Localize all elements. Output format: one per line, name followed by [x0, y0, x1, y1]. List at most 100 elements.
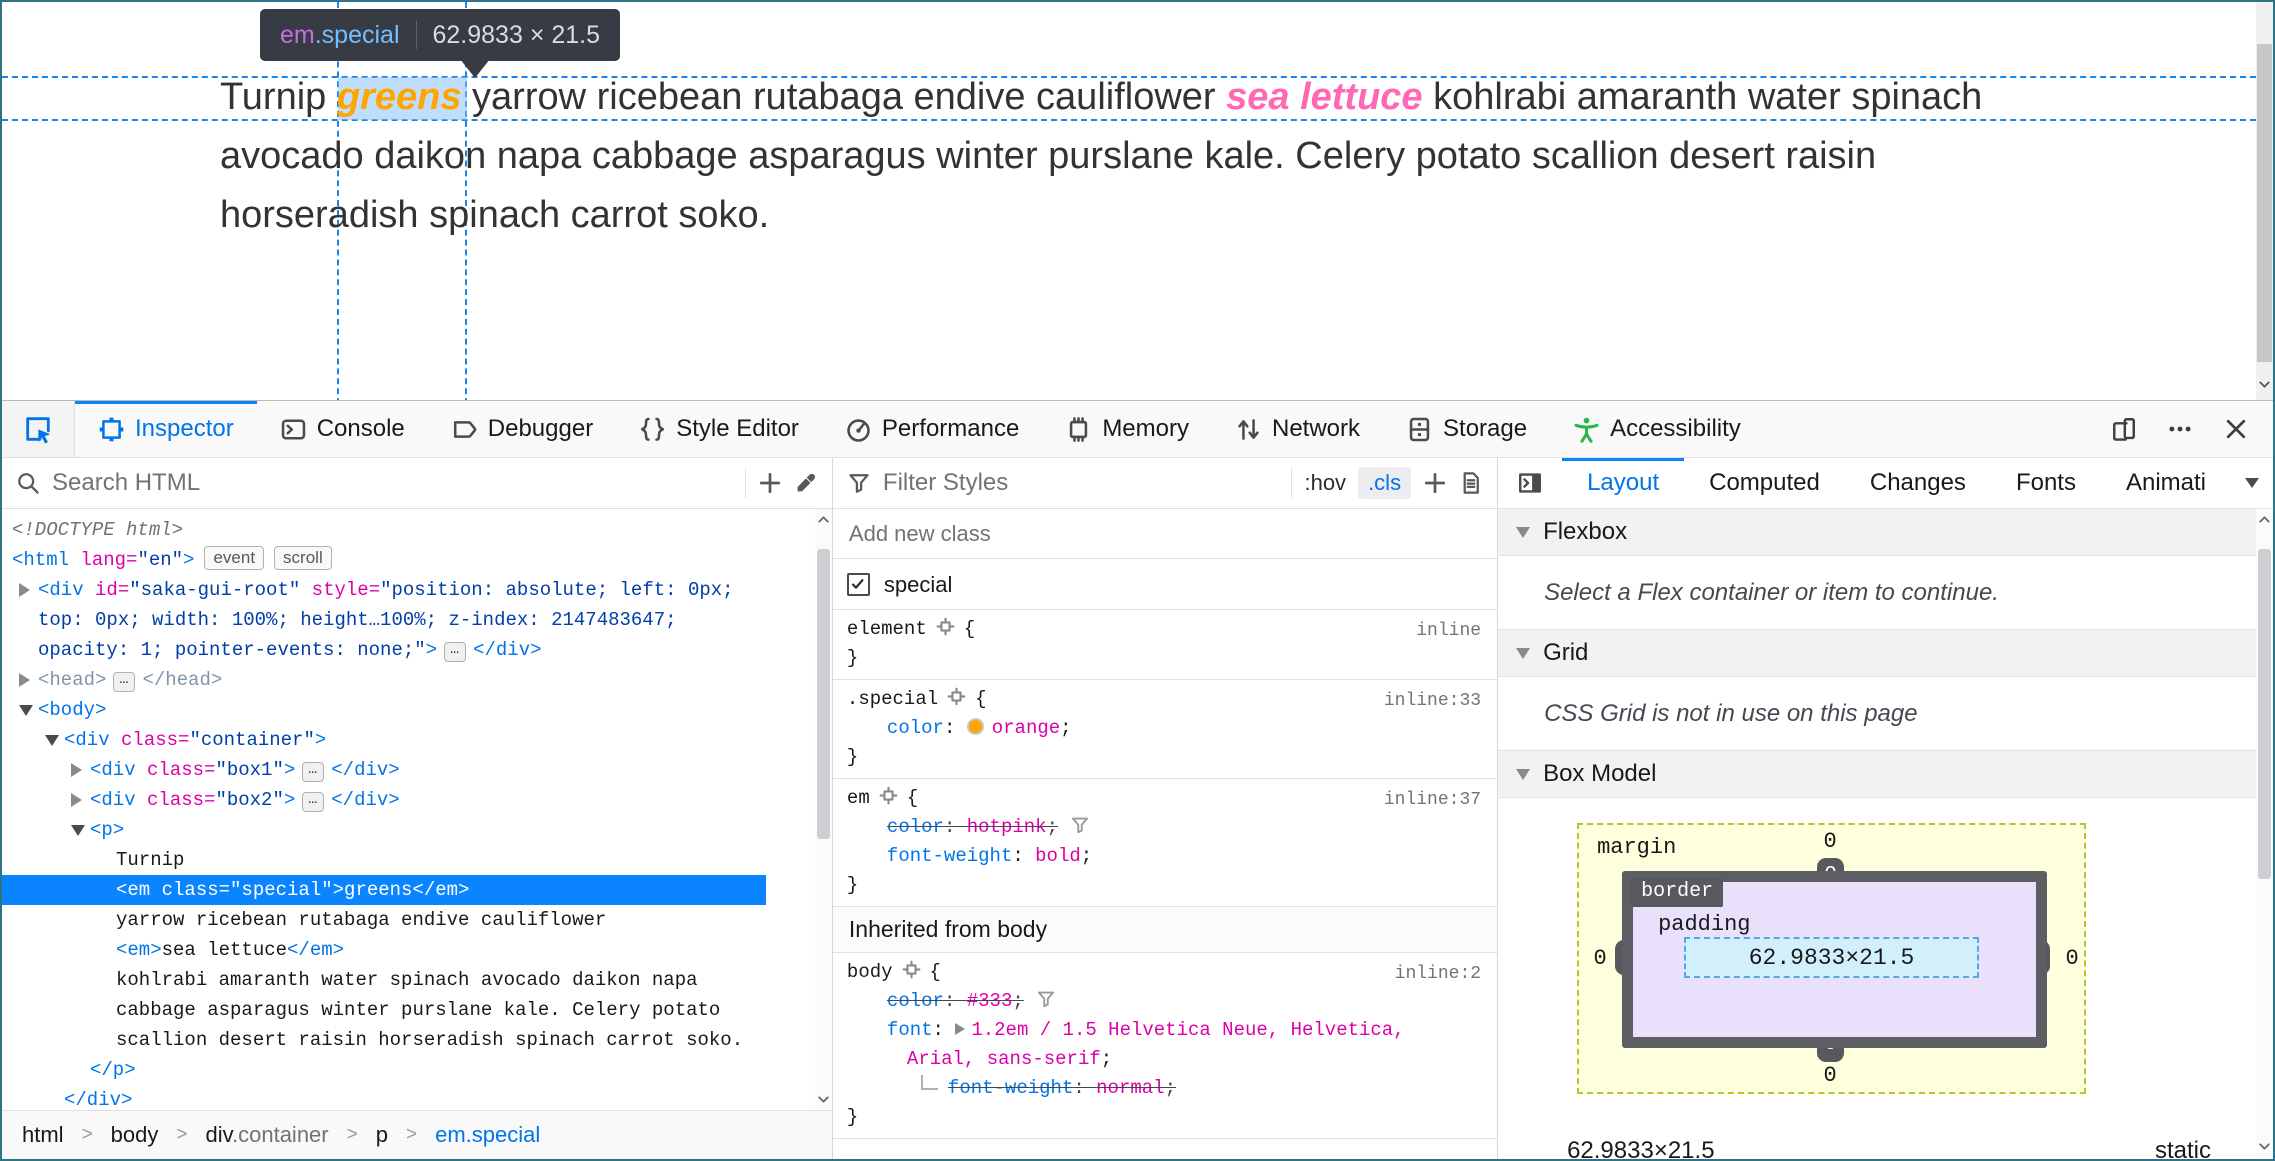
highlight-selector-icon[interactable]: [879, 786, 898, 805]
sidebar-tab-fonts[interactable]: Fonts: [1991, 458, 2101, 508]
breadcrumb-item[interactable]: body: [111, 1122, 159, 1148]
tree-row[interactable]: <html lang="en"> event scroll: [2, 545, 766, 575]
tree-row[interactable]: <div class="container">: [2, 725, 766, 755]
meatball-menu-icon[interactable]: [2167, 416, 2193, 442]
node-picker-button[interactable]: [2, 401, 75, 457]
ellipsis-expander[interactable]: …: [302, 792, 325, 812]
ellipsis-expander[interactable]: …: [113, 672, 136, 692]
breadcrumb-item[interactable]: p: [376, 1122, 388, 1148]
tree-row[interactable]: <div class="box2"> … </div>: [2, 785, 766, 815]
boxmodel-section-header[interactable]: Box Model: [1498, 750, 2273, 798]
tree-row[interactable]: <head> … </head>: [2, 665, 766, 695]
rule-source-link[interactable]: inline:2: [1395, 960, 1481, 989]
markup-scrollbar-thumb[interactable]: [816, 549, 830, 839]
ellipsis-expander[interactable]: …: [302, 762, 325, 782]
flexbox-section-header[interactable]: Flexbox: [1498, 508, 2273, 556]
tab-style-editor[interactable]: Style Editor: [616, 401, 822, 457]
margin-left-value[interactable]: 0: [1589, 946, 1611, 971]
tree-row[interactable]: Turnip: [2, 845, 766, 875]
sidebar-tab-animati[interactable]: Animati: [2101, 458, 2231, 508]
expand-twisty-icon[interactable]: [19, 673, 30, 687]
tree-row[interactable]: yarrow ricebean rutabaga endive cauliflo…: [2, 905, 766, 935]
rule-selector-line[interactable]: element {: [847, 615, 1483, 644]
pseudo-class-button[interactable]: :hov: [1304, 470, 1346, 496]
tab-network[interactable]: Network: [1212, 401, 1383, 457]
scroll-down-icon[interactable]: [2256, 1138, 2273, 1155]
tree-row[interactable]: </p>: [2, 1055, 766, 1085]
add-new-class-input[interactable]: Add new class: [832, 509, 1498, 559]
scroll-up-icon[interactable]: [2256, 511, 2273, 528]
breadcrumb-item[interactable]: html: [22, 1122, 64, 1148]
class-panel-button[interactable]: .cls: [1358, 467, 1412, 499]
rule-property[interactable]: color: hotpink;: [847, 813, 1483, 842]
tab-console[interactable]: Console: [257, 401, 428, 457]
tree-row[interactable]: <em class="special">greens</em>: [2, 875, 766, 905]
color-swatch[interactable]: [966, 718, 984, 735]
tree-row[interactable]: <div id="saka-gui-root" style="position:…: [2, 575, 766, 665]
sidebar-tab-layout[interactable]: Layout: [1562, 458, 1685, 508]
filter-styles-input[interactable]: Filter Styles: [883, 469, 1008, 497]
rule-property[interactable]: font-weight: bold;: [847, 842, 1483, 871]
rule-property[interactable]: font-weight: normal;: [847, 1074, 1483, 1103]
event-badge[interactable]: event: [204, 546, 265, 570]
tree-row[interactable]: <!DOCTYPE html>: [2, 515, 766, 545]
expand-twisty-icon[interactable]: [45, 735, 59, 746]
rule-property[interactable]: color: #333;: [847, 987, 1483, 1016]
highlight-selector-icon[interactable]: [936, 617, 955, 636]
expand-twisty-icon[interactable]: [19, 583, 30, 597]
layout-scrollbar-thumb[interactable]: [2258, 549, 2271, 879]
tree-row[interactable]: </div>: [2, 1085, 766, 1110]
tab-debugger[interactable]: Debugger: [428, 401, 616, 457]
class-checkbox[interactable]: [846, 572, 870, 596]
scroll-down-button[interactable]: [2256, 376, 2273, 396]
rule-property[interactable]: color: orange;: [847, 714, 1483, 743]
tab-storage[interactable]: Storage: [1383, 401, 1550, 457]
highlight-selector-icon[interactable]: [947, 687, 966, 706]
eyedropper-icon[interactable]: [794, 471, 818, 495]
scroll-badge[interactable]: scroll: [274, 546, 332, 570]
tab-accessibility[interactable]: Accessibility: [1550, 401, 1764, 457]
rule-selector-line[interactable]: body {: [847, 958, 1483, 987]
breadcrumb-item[interactable]: div.container: [206, 1122, 329, 1148]
expand-twisty-icon[interactable]: [19, 705, 33, 716]
expand-shorthand-icon[interactable]: [955, 1023, 966, 1035]
rule-source-link[interactable]: inline:33: [1384, 687, 1481, 716]
search-input[interactable]: Search HTML: [52, 469, 200, 497]
add-node-icon[interactable]: [758, 471, 782, 495]
add-rule-icon[interactable]: [1423, 471, 1447, 495]
boxmodel-content-box[interactable]: 62.9833×21.5: [1684, 937, 1980, 978]
rule-property[interactable]: font: 1.2em / 1.5 Helvetica Neue, Helvet…: [847, 1016, 1483, 1074]
rule-source-link[interactable]: inline: [1416, 617, 1481, 646]
scroll-up-icon[interactable]: [815, 511, 832, 528]
tree-row[interactable]: kohlrabi amaranth water spinach avocado …: [2, 965, 766, 1055]
markup-scrollbar[interactable]: [814, 509, 832, 1110]
tree-row[interactable]: <em>sea lettuce</em>: [2, 935, 766, 965]
highlight-selector-icon[interactable]: [902, 960, 921, 979]
sidebar-tab-changes[interactable]: Changes: [1845, 458, 1991, 508]
expand-twisty-icon[interactable]: [71, 825, 85, 836]
tab-inspector[interactable]: Inspector: [75, 401, 257, 457]
margin-right-value[interactable]: 0: [2061, 946, 2083, 971]
overridden-filter-icon[interactable]: [1036, 989, 1056, 1009]
print-simulation-icon[interactable]: [1459, 471, 1483, 495]
page-scrollbar-thumb[interactable]: [2257, 44, 2272, 362]
overridden-filter-icon[interactable]: [1070, 815, 1090, 835]
tree-row[interactable]: <p>: [2, 815, 766, 845]
tab-memory[interactable]: Memory: [1042, 401, 1212, 457]
margin-bottom-value[interactable]: 0: [1819, 1063, 1841, 1088]
tree-row[interactable]: <div class="box1"> … </div>: [2, 755, 766, 785]
sidebar-tab-computed[interactable]: Computed: [1684, 458, 1845, 508]
expand-twisty-icon[interactable]: [71, 763, 82, 777]
all-tabs-menu-icon[interactable]: [2231, 458, 2273, 508]
breadcrumb-item[interactable]: em.special: [435, 1122, 540, 1148]
close-devtools-icon[interactable]: [2223, 416, 2249, 442]
rule-source-link[interactable]: inline:37: [1384, 786, 1481, 815]
scroll-down-icon[interactable]: [815, 1091, 832, 1108]
ellipsis-expander[interactable]: …: [444, 642, 467, 662]
responsive-design-mode-icon[interactable]: [2111, 416, 2137, 442]
tab-performance[interactable]: Performance: [822, 401, 1042, 457]
grid-section-header[interactable]: Grid: [1498, 629, 2273, 677]
page-scrollbar[interactable]: [2256, 2, 2273, 400]
expand-sidebar-icon[interactable]: [1498, 458, 1562, 508]
layout-scrollbar[interactable]: [2256, 509, 2273, 1159]
